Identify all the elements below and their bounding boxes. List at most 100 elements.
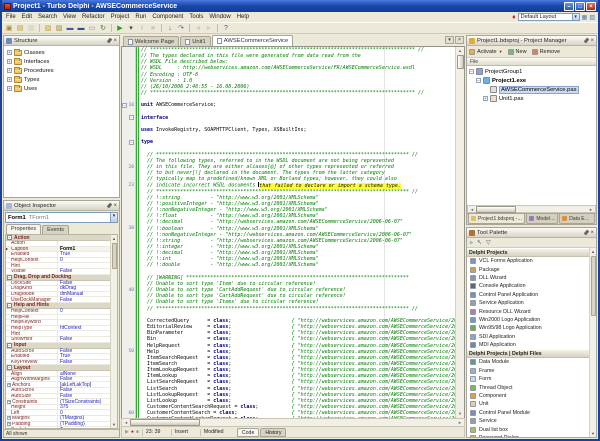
remove-button[interactable]: Remove — [532, 49, 560, 55]
tab-code[interactable]: Code — [237, 428, 259, 437]
project-tree-item-project1-exe[interactable]: −Project1.exe — [467, 76, 596, 85]
tool-palette-title[interactable]: Tool Palette × — [467, 228, 596, 238]
scroll-left-icon[interactable]: ◄ — [122, 420, 130, 425]
tab-history[interactable]: History — [260, 428, 286, 437]
expand-icon[interactable]: + — [7, 86, 12, 91]
save-layout-icon[interactable]: ▦ — [582, 14, 588, 21]
open-file-icon[interactable]: ▤ — [15, 23, 25, 33]
structure-item-procedures[interactable]: +Procedures — [5, 66, 118, 75]
palette-item-control-panel-module[interactable]: Control Panel Module — [467, 409, 589, 417]
chevron-down-icon[interactable]: ▼ — [572, 14, 579, 20]
close-icon[interactable]: × — [590, 38, 594, 44]
fold-icon[interactable]: − — [129, 140, 134, 145]
code-editor[interactable]: −10−−202330405060 // *******************… — [121, 46, 465, 418]
menu-item-file[interactable]: File — [3, 14, 19, 20]
tab-project1-bdsproj-project-m[interactable]: Project1.bdsproj - Project M... — [468, 214, 525, 224]
chevron-down-icon[interactable]: ▼ — [499, 49, 503, 54]
palette-item-resource-dll-wizard[interactable]: Resource DLL Wizard — [467, 307, 589, 315]
layout-combo[interactable]: Default Layout ▼ — [518, 13, 580, 21]
project-tree-item-unit1-pas[interactable]: +Unit1.pas — [467, 94, 596, 103]
editor-horizontal-scrollbar[interactable]: ◄ ► — [121, 418, 465, 427]
title-bar[interactable]: Project1 - Turbo Delphi - AWSECommerceSe… — [2, 0, 598, 12]
back-icon[interactable]: ◄ — [193, 23, 203, 33]
property-row-scaled[interactable]: ScaledTrue — [6, 427, 110, 429]
close-icon[interactable]: × — [113, 38, 117, 44]
tab-events[interactable]: Events — [42, 225, 69, 234]
menu-item-window[interactable]: Window — [206, 14, 233, 20]
structure-item-interfaces[interactable]: +Interfaces — [5, 57, 118, 66]
collapse-icon[interactable]: − — [7, 303, 12, 308]
collapse-icon[interactable]: − — [7, 275, 12, 280]
scrollbar-thumb[interactable] — [457, 55, 464, 69]
expand-icon[interactable]: + — [7, 77, 12, 82]
pin-icon[interactable] — [107, 203, 113, 209]
tab-model-view[interactable]: Model View — [526, 214, 558, 224]
expand-icon[interactable]: + — [7, 400, 11, 404]
palette-item-package[interactable]: Package — [467, 265, 589, 273]
chevron-down-icon[interactable]: ▼ — [110, 213, 117, 222]
expand-icon[interactable]: − — [469, 69, 474, 74]
expand-icon[interactable]: + — [7, 422, 11, 426]
menu-item-search[interactable]: Search — [35, 14, 60, 20]
collapse-icon[interactable]: − — [7, 343, 12, 348]
maximize-button[interactable]: □ — [575, 2, 585, 11]
forward-icon[interactable]: ► — [204, 23, 214, 33]
editor-tab-welcome-page[interactable]: Welcome Page — [123, 36, 179, 46]
close-icon[interactable]: × — [113, 203, 117, 209]
menu-item-component[interactable]: Component — [149, 14, 186, 20]
palette-item-dual-list-box[interactable]: Dual list box — [467, 425, 589, 433]
palette-item-password-dialog[interactable]: Password Dialog — [467, 434, 589, 437]
new-items-icon[interactable]: ▣ — [4, 23, 14, 33]
editor-vertical-scrollbar[interactable]: ▲ ▼ — [455, 47, 464, 418]
step-over-icon[interactable]: ↷ — [176, 23, 186, 33]
pin-icon[interactable] — [584, 38, 590, 44]
run-icon[interactable]: ▶ — [115, 23, 125, 33]
palette-item-thread-object[interactable]: Thread Object — [467, 383, 589, 391]
macro-play-icon[interactable]: ▶ — [125, 429, 129, 435]
expand-icon[interactable]: + — [483, 96, 488, 101]
palette-item-win95-98-logo-application[interactable]: Win95/98 Logo Application — [467, 324, 589, 332]
collapse-icon[interactable]: − — [7, 235, 12, 240]
activate-button[interactable]: Activate▼ — [469, 49, 503, 55]
close-icon[interactable]: × — [590, 230, 594, 236]
palette-item-console-application[interactable]: Console Application — [467, 282, 589, 290]
menu-item-view[interactable]: View — [60, 14, 79, 20]
scroll-down-icon[interactable]: ▼ — [591, 430, 595, 437]
minimize-button[interactable]: – — [564, 2, 574, 11]
palette-item-control-panel-application[interactable]: Control Panel Application — [467, 291, 589, 299]
scroll-up-icon[interactable]: ▲ — [458, 47, 462, 55]
menu-item-tools[interactable]: Tools — [186, 14, 206, 20]
palette-scrollbar[interactable]: ▲ ▼ — [589, 248, 596, 437]
palette-cursor-icon[interactable]: ↖ — [477, 239, 482, 246]
expand-icon[interactable]: + — [7, 59, 12, 64]
save-all-icon[interactable]: ▬ — [76, 23, 86, 33]
help-icon[interactable]: ? — [221, 23, 231, 33]
palette-item-form[interactable]: Form — [467, 375, 589, 383]
palette-item-mdi-application[interactable]: MDI Application — [467, 341, 589, 349]
close-button[interactable]: × — [586, 2, 596, 11]
scrollbar-thumb[interactable] — [112, 243, 117, 269]
object-inspector-title[interactable]: Object Inspector × — [4, 201, 119, 211]
scroll-right-icon[interactable]: ► — [456, 420, 464, 425]
inspector-scrollbar[interactable]: ▲ ▼ — [110, 235, 117, 428]
structure-panel-title[interactable]: Structure × — [4, 36, 119, 46]
tab-properties[interactable]: Properties — [6, 224, 41, 234]
expand-icon[interactable]: + — [7, 383, 11, 387]
palette-item-frame[interactable]: Frame — [467, 367, 589, 375]
project-manager-title[interactable]: Project1.bdsproj - Project Manager × — [467, 36, 596, 46]
palette-filter-icon[interactable]: ▽ — [486, 239, 491, 246]
palette-item-service-application[interactable]: Service Application — [467, 299, 589, 307]
new-button[interactable]: New — [508, 49, 527, 55]
palette-item-vcl-forms-application[interactable]: VCL Forms Application — [467, 257, 589, 265]
object-selector-combo[interactable]: Form1 TForm1 ▼ — [5, 212, 118, 223]
palette-item-dll-wizard[interactable]: DLL Wizard — [467, 274, 589, 282]
collapse-icon[interactable]: − — [7, 365, 12, 370]
palette-pointer-icon[interactable]: ▹ — [470, 239, 473, 246]
palette-item-unit[interactable]: Unit — [467, 400, 589, 408]
expand-icon[interactable]: + — [7, 50, 12, 55]
menu-item-run[interactable]: Run — [132, 14, 149, 20]
structure-item-classes[interactable]: +Classes — [5, 48, 118, 57]
close-file-icon[interactable]: ▭ — [87, 23, 97, 33]
expand-icon[interactable]: − — [476, 78, 481, 83]
save-icon[interactable]: ▬ — [65, 23, 75, 33]
